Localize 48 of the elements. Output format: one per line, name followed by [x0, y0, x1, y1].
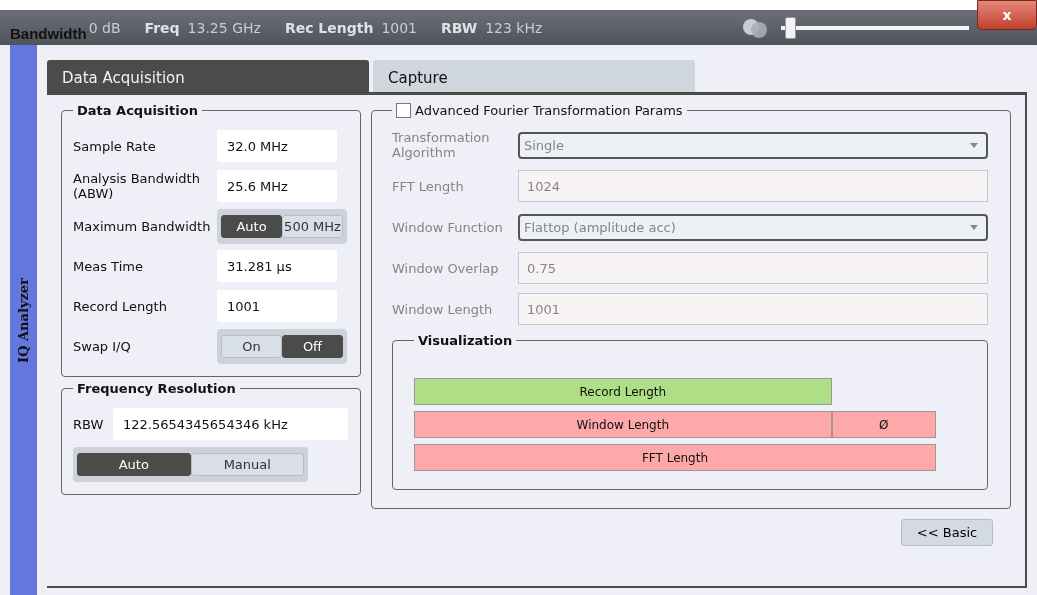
tab[interactable]: Data Acquisition: [47, 60, 369, 92]
close-button[interactable]: x: [977, 0, 1037, 30]
field-label: FFT Length: [392, 178, 465, 194]
checkbox-label[interactable]: Advanced Fourier Transformation Params: [415, 103, 683, 118]
slider-thumb[interactable]: [784, 16, 796, 39]
status-value: 123 kHz: [485, 19, 543, 36]
status-label: Freq: [144, 19, 180, 36]
status-label: Rec Length: [284, 19, 374, 36]
length-bar: Record Length: [414, 378, 832, 405]
length-bar: FFT Length: [414, 444, 936, 471]
status-value: 13.25 GHz: [187, 19, 261, 36]
status-value: 0 dB: [88, 19, 121, 36]
input-field[interactable]: 1001: [217, 290, 337, 322]
checkbox[interactable]: [396, 103, 411, 118]
input-field[interactable]: 25.6 MHz: [217, 170, 337, 202]
dropdown-arrow-icon: [970, 224, 978, 230]
field-label: Window Overlap: [392, 260, 500, 276]
toggle-option[interactable]: Manual: [190, 452, 304, 476]
field-label: Transformation Algorithm: [392, 130, 491, 160]
status-label: RBW: [441, 19, 478, 36]
side-tab[interactable]: IQ Analyzer: [10, 45, 37, 595]
status-value: 1001: [381, 19, 418, 36]
toggle-option[interactable]: Off: [282, 334, 343, 358]
field-label: RBW: [73, 416, 105, 432]
input-field[interactable]: 32.0 MHz: [217, 130, 337, 162]
toggle-option[interactable]: Auto: [77, 452, 191, 476]
toggle-option[interactable]: 500 MHz: [282, 214, 343, 238]
field-label: Maximum Bandwidth: [73, 218, 212, 234]
dialog-title: Bandwidth: [10, 25, 87, 42]
length-bar: Ø: [831, 411, 936, 438]
toggle-option[interactable]: Auto: [221, 214, 282, 238]
field-label: Record Length: [73, 298, 168, 314]
field-label: Swap I/Q: [73, 338, 132, 354]
dropdown-arrow-icon: [970, 142, 978, 148]
field-label: Meas Time: [73, 258, 144, 274]
group-title: Data Acquisition: [76, 103, 199, 118]
field-label: Analysis Bandwidth (ABW): [73, 171, 201, 201]
field-label: Sample Rate: [73, 138, 157, 154]
group-title: Frequency Resolution: [76, 381, 237, 396]
basic-button[interactable]: << Basic: [901, 519, 993, 546]
toggle-option[interactable]: On: [221, 334, 282, 358]
field-label: Window Function: [392, 219, 504, 235]
tab[interactable]: Capture: [373, 60, 695, 92]
length-bar: Window Length: [414, 411, 832, 438]
input-field[interactable]: 31.281 µs: [217, 250, 337, 282]
input-field[interactable]: 122.5654345654346 kHz: [113, 408, 348, 440]
field-label: Window Length: [392, 301, 494, 317]
group-title: Visualization: [417, 333, 514, 348]
